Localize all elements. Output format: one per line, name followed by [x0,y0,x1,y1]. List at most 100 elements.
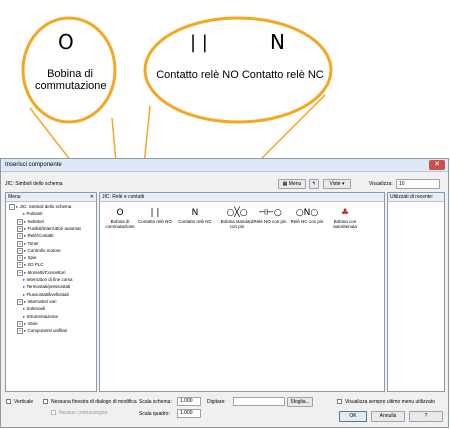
tree-item-label: Interruttori vari [27,299,57,305]
no-dialog-checkbox[interactable] [43,399,48,404]
expand-icon[interactable]: + [17,247,23,254]
zoom-input[interactable]: 10 [396,179,440,189]
coil-callout-symbol: O [58,30,74,54]
expand-icon[interactable]: + [17,255,23,262]
expand-icon[interactable]: + [17,262,23,269]
symbol-glyph: N [191,208,199,218]
symbols-panel-header: JIC: Relè e contatti [100,193,384,202]
frame-scale-input[interactable]: 1.000 [177,409,201,418]
always-show-label: Visualizza sempre ultimo menu utilizzato [345,399,435,405]
symbol-item[interactable]: ○╳○ Bobina standard con pin [218,207,256,229]
tree-item[interactable]: + ▸ I/O PLC [17,262,44,269]
expand-icon[interactable]: + [17,240,23,247]
tree-item-label: Relè/Contatti [27,233,54,239]
vertical-checkbox[interactable] [6,399,11,404]
symbol-item[interactable]: O Bobina di commutazione [103,207,137,229]
views-dropdown[interactable]: Viste ▾ [323,179,351,189]
symbol-glyph: ♣ [340,208,350,218]
tree-item-label: Controllo motore [27,247,61,253]
tree-item-label: Selettori [27,218,45,224]
no-tag-label: Nessun contrassegno [59,410,108,416]
type-input[interactable] [233,397,285,406]
tree-item[interactable]: ▸ Termostati/pressostati [17,284,70,290]
type-label: Digitare: [207,399,226,405]
tree-item-label: Spie [27,255,37,261]
symbol-glyph: ○N○ [295,208,319,218]
menu-panel-header: Menu ✕ [6,193,96,202]
nc-contact-callout-symbol: N [270,30,285,54]
tree-item-label: Flussostati/livellostati [26,291,69,297]
menu-button-label: Menu [288,181,302,187]
tree-item[interactable]: ▸ Flussostati/livellostati [17,292,69,298]
browse-button[interactable]: Sfoglia... [287,397,313,407]
tree-item[interactable]: + ▸ Spie [17,255,37,262]
expand-icon[interactable]: + [17,218,23,225]
collapse-icon[interactable]: - [9,204,15,210]
tree-item-label: Solenoidi [26,306,46,312]
expand-icon[interactable]: + [17,225,23,232]
symbol-label: Bobina con autoritenuta [333,219,357,229]
cancel-button[interactable]: Annulla [371,411,405,422]
tree-item[interactable]: + ▸ Varie [17,320,38,327]
close-button[interactable]: ✕ [429,160,445,170]
ok-button[interactable]: OK [339,411,367,422]
coil-callout-label: Bobina di commutazione [35,68,107,92]
symbol-label: Contatto relè NC [178,219,212,224]
symbol-glyph: ⊣⊢○ [258,208,282,218]
tree-item[interactable]: + ▸ Fusibili/Interruttori automat [17,225,81,232]
tree-item-label: I/O PLC [27,262,44,268]
tree-item[interactable]: ▸ Strumentazione [17,314,58,320]
symbol-glyph: | | [150,208,160,218]
recent-panel-header: Utilizzati di recente: [388,193,444,202]
symbol-label: Contatto relè NO [138,219,172,224]
tree-item[interactable]: + ▸ Componenti unifilari [17,328,67,335]
expand-icon[interactable]: + [17,328,23,335]
tree-item[interactable]: + ▸ Relè/Contatti [17,233,54,240]
tree-item-label: Strumentazione [26,313,59,319]
expand-icon[interactable]: + [17,298,23,305]
dialog-title: Inserisci componente [5,162,62,168]
tree-item[interactable]: ▸ Solenoidi [17,306,45,312]
no-contact-callout-symbol: | | [190,32,208,53]
views-label: Viste [329,181,341,187]
insert-component-dialog: Inserisci componente ✕ JIC: Simboli dell… [0,158,449,428]
symbol-glyph: ○╳○ [226,208,248,218]
symbol-item[interactable]: N Contatto relè NC [178,207,212,224]
vertical-label: Verticale [14,399,34,405]
symbol-item[interactable]: | | Contatto relè NO [138,207,172,224]
chevron-down-icon: ▾ [340,181,345,187]
symbols-panel-title: JIC: Relè e contatti [102,194,145,200]
schema-scale-input[interactable]: 1.000 [177,397,201,406]
expand-icon[interactable]: + [17,320,23,327]
symbol-item[interactable]: ○N○ Relè NC con pin [290,207,324,224]
tree-item[interactable]: + ▸ Selettori [17,218,45,225]
tree-item[interactable]: + ▸ Interruttori vari [17,298,57,305]
no-tag-checkbox[interactable] [51,410,56,415]
symbol-label: Bobina di commutazione [105,219,135,229]
menu-button[interactable]: ▦ Menu [278,179,306,189]
tree-item-label: JIC: Simboli dello schema [19,204,72,210]
tree-item[interactable]: + ▸ Morsetti/Connettori [17,269,66,276]
tree-item-label: Fusibili/Interruttori automat [27,226,81,232]
tree-item[interactable]: ▸ Pulsanti [17,211,43,217]
menu-panel: Menu ✕ - ▸ JIC: Simboli dello schema ▸ Pul… [5,192,97,392]
back-button[interactable]: ↰ [309,179,319,189]
expand-icon[interactable]: + [17,233,23,240]
schema-scale-label: Scala schema: [139,399,172,405]
tree-item[interactable]: ▸ Interruttori di fine corsa [17,277,73,283]
contacts-callout-label: Contatto relè NO Contatto relè NC [156,69,324,81]
tree-item[interactable]: - ▸ JIC: Simboli dello schema [9,204,71,210]
menu-panel-close-icon[interactable]: ✕ [90,193,94,202]
tree-item[interactable]: + ▸ Controllo motore [17,247,61,254]
expand-icon[interactable]: + [17,269,23,276]
symbol-label: Bobina standard con pin [220,219,254,229]
tree-item[interactable]: + ▸ Timer [17,240,39,247]
symbol-item[interactable]: ⊣⊢○ Relè NO con pin [253,207,287,224]
symbol-label: Relè NC con pin [290,219,324,224]
tree-item-label: Pulsanti [26,211,43,217]
always-show-checkbox[interactable] [337,399,342,404]
symbol-item[interactable]: ♣ Bobina con autoritenuta [328,207,362,229]
help-button[interactable]: ? [409,411,443,422]
tree-item-label: Varie [27,320,38,326]
tree-item-label: Interruttori di fine corsa [26,277,73,282]
